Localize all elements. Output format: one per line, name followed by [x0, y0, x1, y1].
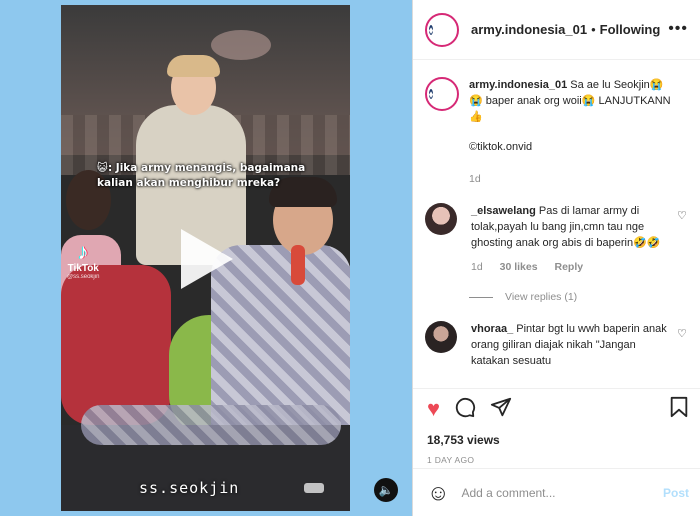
caption-credit: ©tiktok.onvid	[469, 141, 533, 153]
avatar[interactable]: ⬧	[425, 12, 459, 47]
comment-username[interactable]: _elsawelang	[471, 205, 536, 217]
comment-item: _elsawelang Pas di lamar army di tolak,p…	[425, 203, 689, 275]
tiktok-handle: @ss.seokjin	[67, 274, 100, 280]
heart-outline-icon[interactable]: ♡	[677, 327, 689, 340]
avatar-image: ⬧	[429, 89, 434, 99]
heart-filled-icon[interactable]: ♥	[427, 398, 440, 420]
video-caption: 😺: Jika army menangis, bagaimana kalian …	[97, 162, 306, 189]
tiktok-icon: ♪	[77, 239, 89, 264]
video-watermark: ss.seokjin	[139, 479, 240, 497]
video-cushion	[61, 265, 171, 425]
emoji-icon[interactable]: ☺	[427, 481, 449, 504]
video-player[interactable]: 😺: Jika army menangis, bagaimana kalian …	[61, 5, 350, 511]
video-figure	[81, 405, 341, 445]
comments-section[interactable]: ⬧ army.indonesia_01 Sa ae lu Seokjin😭😭 b…	[413, 61, 700, 387]
comment-icon[interactable]	[454, 396, 476, 422]
post-panel: ⬧ army.indonesia_01 • Following ••• ⬧ ar…	[412, 0, 700, 516]
view-replies-button[interactable]: View replies (1)	[469, 291, 689, 303]
video-phone	[291, 245, 305, 285]
comment-username[interactable]: vhoraa_	[471, 323, 513, 335]
video-light	[211, 30, 271, 60]
caption-username[interactable]: army.indonesia_01	[469, 79, 567, 91]
video-figure	[167, 55, 220, 77]
header-separator: •	[591, 22, 596, 37]
post-actions: ♥ 18,753 views 1 DAY AGO	[413, 388, 700, 465]
post-header: ⬧ army.indonesia_01 • Following •••	[413, 0, 700, 60]
comment-age: 1d	[471, 261, 483, 273]
ellipsis-icon[interactable]: •••	[668, 20, 688, 38]
following-button[interactable]: Following	[600, 22, 661, 37]
view-count[interactable]: 18,753 views	[427, 433, 689, 447]
post-age: 1d	[469, 173, 481, 185]
avatar[interactable]	[425, 203, 457, 235]
add-comment-bar: ☺ Post	[413, 468, 700, 516]
header-username[interactable]: army.indonesia_01	[471, 22, 587, 37]
share-icon[interactable]	[490, 396, 512, 422]
bookmark-icon[interactable]	[669, 396, 689, 422]
divider	[469, 296, 493, 298]
view-replies-label: View replies (1)	[505, 291, 578, 303]
tiktok-label: TikTok	[67, 263, 99, 274]
avatar[interactable]	[425, 321, 457, 353]
play-icon[interactable]	[181, 229, 233, 289]
mute-toggle-button[interactable]: 🔈	[374, 478, 398, 502]
avatar-image: ⬧	[429, 24, 434, 35]
heart-outline-icon[interactable]: ♡	[677, 209, 689, 222]
tiktok-watermark: ♪ TikTok @ss.seokjin	[67, 239, 100, 281]
post-timestamp: 1 DAY AGO	[427, 455, 475, 465]
speaker-icon: 🔈	[378, 483, 394, 497]
avatar[interactable]: ⬧	[425, 77, 459, 111]
comment-input[interactable]	[461, 485, 663, 500]
video-badge	[304, 483, 324, 493]
comment-likes[interactable]: 30 likes	[500, 261, 538, 273]
post-caption-row: ⬧ army.indonesia_01 Sa ae lu Seokjin😭😭 b…	[425, 77, 689, 187]
reply-button[interactable]: Reply	[554, 261, 583, 273]
comment-item: vhoraa_ Pintar bgt lu wwh baperin anak o…	[425, 321, 689, 369]
post-button[interactable]: Post	[663, 486, 689, 500]
